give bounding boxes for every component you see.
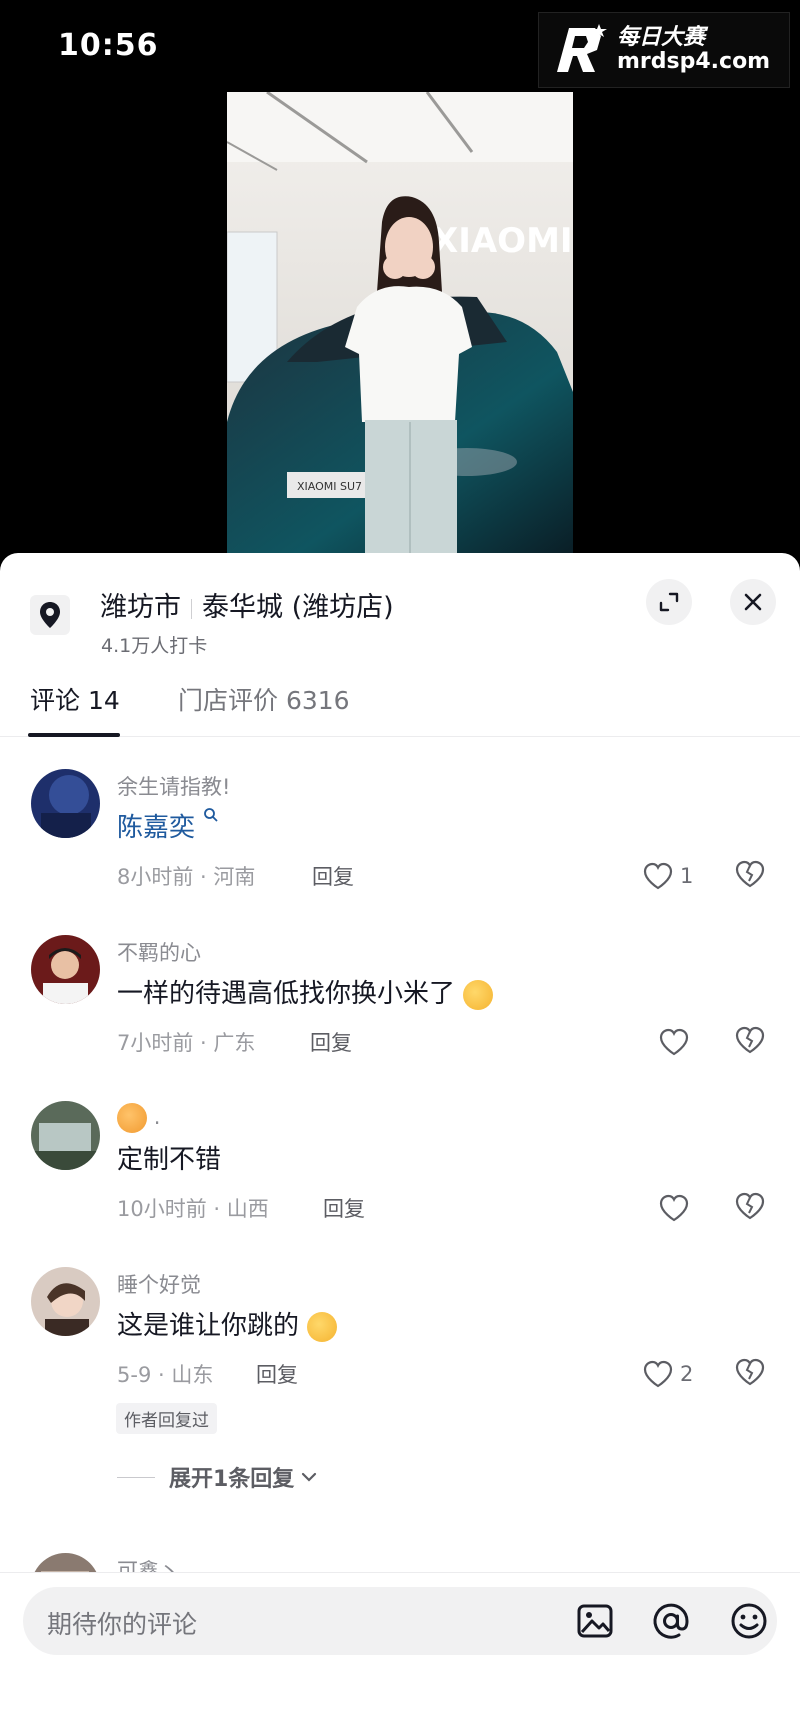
expand-replies-label: 展开1条回复 <box>169 1467 295 1492</box>
reply-button[interactable]: 回复 <box>312 861 354 891</box>
expand-icon <box>659 592 679 612</box>
close-button[interactable] <box>730 579 776 625</box>
reply-button[interactable]: 回复 <box>256 1359 298 1389</box>
image-icon <box>577 1604 613 1638</box>
comment-meta: 7小时前 · 广东 <box>117 1031 256 1055</box>
comment-text: 定制不错 <box>117 1145 222 1175</box>
chevron-down-icon <box>302 1472 317 1482</box>
checkin-count: 4.1万人打卡 <box>101 635 208 657</box>
blushing-emoji-icon <box>463 979 494 1010</box>
mention-button[interactable] <box>651 1601 691 1641</box>
comment-meta: 10小时前 · 山西 <box>117 1197 269 1221</box>
watermark: 每日大赛 mrdsp4.com <box>538 12 790 88</box>
pleading-face-emoji-icon <box>307 1311 338 1342</box>
smiling-hearts-emoji-icon <box>117 1103 147 1133</box>
heart-icon <box>643 1360 673 1388</box>
avatar[interactable] <box>31 769 100 838</box>
dislike-button[interactable] <box>734 1357 766 1391</box>
search-icon <box>204 808 218 822</box>
comment-username[interactable]: 不羁的心 <box>117 937 201 967</box>
comment-username[interactable]: 睡个好觉 <box>117 1269 201 1299</box>
close-icon <box>744 593 762 611</box>
comment-text: 一样的待遇高低找你换小米了 <box>117 973 494 1010</box>
emoji-button[interactable] <box>729 1601 769 1641</box>
broken-heart-icon <box>735 1358 765 1386</box>
avatar[interactable] <box>31 1267 100 1336</box>
comment-text-content: 一样的待遇高低找你换小米了 <box>117 979 456 1009</box>
tab-comments[interactable]: 评论 14 <box>30 681 120 717</box>
dislike-button[interactable] <box>734 859 766 893</box>
comment-sheet: 潍坊市 泰华城 (潍坊店) 4.1万人打卡 评论 14 门店评价 6316 余生请… <box>0 553 800 1731</box>
image-button[interactable] <box>575 1601 615 1641</box>
author-replied-badge: 作者回复过 <box>116 1403 217 1434</box>
like-button[interactable]: 2 <box>642 1357 693 1391</box>
avatar[interactable] <box>31 1101 100 1170</box>
comment-text-content: 这是谁让你跳的 <box>117 1311 300 1341</box>
comment-input[interactable]: 期待你的评论 <box>23 1587 777 1655</box>
comment-mention-link[interactable]: 陈嘉奕 <box>117 813 195 843</box>
plate-text: XIAOMI SU7 <box>297 480 362 493</box>
expand-replies-button[interactable]: 展开1条回复 <box>117 1461 318 1493</box>
avatar[interactable] <box>31 935 100 1004</box>
comment-input-placeholder: 期待你的评论 <box>47 1610 198 1639</box>
reply-button[interactable]: 回复 <box>310 1027 352 1057</box>
comment-username[interactable]: 余生请指教! <box>117 771 230 801</box>
comment-text[interactable]: 陈嘉奕 <box>117 807 219 844</box>
like-button[interactable]: 1 <box>642 859 693 893</box>
expand-divider <box>117 1476 155 1478</box>
watermark-url: mrdsp4.com <box>617 49 771 74</box>
comment-text: 这是谁让你跳的 <box>117 1305 338 1342</box>
comment-meta: 8小时前 · 河南 <box>117 865 256 889</box>
location-divider <box>191 598 192 619</box>
tab-store-reviews[interactable]: 门店评价 6316 <box>178 681 350 717</box>
heart-icon <box>659 1028 689 1056</box>
dislike-button[interactable] <box>734 1025 766 1059</box>
broken-heart-icon <box>735 1026 765 1054</box>
video-area: 10:56 每日大赛 mrdsp4.com XIAOMI XIAOMI SU7 <box>0 0 800 560</box>
heart-icon <box>643 862 673 890</box>
wall-brand-text: XIAOMI <box>432 221 573 261</box>
location-header[interactable]: 潍坊市 泰华城 (潍坊店) 4.1万人打卡 <box>28 577 776 657</box>
video-frame[interactable]: XIAOMI XIAOMI SU7 <box>227 92 573 554</box>
dislike-button[interactable] <box>734 1191 766 1225</box>
comment-meta: 5-9 · 山东 <box>117 1363 214 1387</box>
status-time: 10:56 <box>58 28 159 63</box>
broken-heart-icon <box>735 1192 765 1220</box>
active-tab-indicator <box>28 733 120 737</box>
heart-icon <box>659 1194 689 1222</box>
comment-username[interactable]: . <box>117 1103 160 1133</box>
reply-button[interactable]: 回复 <box>323 1193 365 1223</box>
at-icon <box>653 1603 689 1639</box>
like-button[interactable] <box>658 1191 690 1225</box>
smiley-icon <box>731 1603 767 1639</box>
comment-input-bar: 期待你的评论 <box>0 1572 800 1731</box>
broken-heart-icon <box>735 860 765 888</box>
like-count: 2 <box>680 1362 694 1386</box>
tab-bar: 评论 14 门店评价 6316 <box>0 671 800 737</box>
location-city: 潍坊市 <box>100 592 181 623</box>
like-button[interactable] <box>658 1025 690 1059</box>
location-store: 泰华城 (潍坊店) <box>202 592 394 623</box>
like-count: 1 <box>680 864 694 888</box>
location-title: 潍坊市 泰华城 (潍坊店) <box>100 585 394 624</box>
watermark-logo <box>551 24 609 76</box>
location-pin-icon <box>30 595 70 635</box>
watermark-title: 每日大赛 <box>617 24 706 50</box>
expand-button[interactable] <box>646 579 692 625</box>
